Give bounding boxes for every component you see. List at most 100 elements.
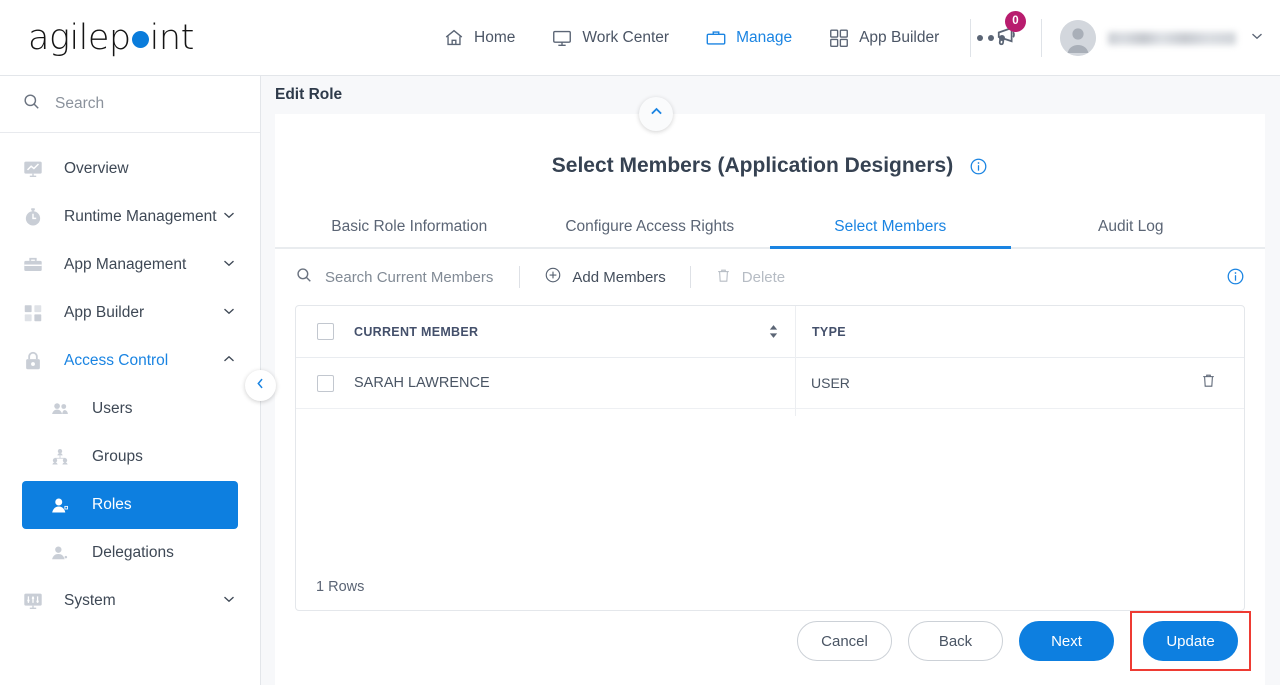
chevron-left-icon [253, 376, 268, 396]
tab-label: Configure Access Rights [565, 217, 735, 235]
row-checkbox[interactable] [316, 374, 334, 392]
sidebar-item-roles[interactable]: Roles [22, 481, 238, 529]
update-button-highlight: Update [1130, 611, 1251, 671]
top-nav-right: 0 [970, 0, 1266, 76]
add-members-label: Add Members [572, 268, 666, 286]
user-menu[interactable] [1060, 20, 1266, 56]
sidebar-item-overview[interactable]: Overview [0, 145, 260, 193]
sidebar-item-runtime-management[interactable]: Runtime Management [0, 193, 260, 241]
column-header-type[interactable]: TYPE [796, 325, 1244, 339]
notifications-button[interactable]: 0 [991, 10, 1026, 56]
column-divider-line [795, 306, 796, 416]
nav-item-app-builder[interactable]: App Builder [810, 0, 957, 76]
tab-configure-access-rights[interactable]: Configure Access Rights [530, 206, 771, 247]
nav-item-work-center[interactable]: Work Center [533, 0, 687, 76]
members-table: CURRENT MEMBER TYPE SARAH LAWRENCE USER … [295, 305, 1245, 611]
nav-item-home[interactable]: Home [425, 0, 533, 76]
chevron-down-icon[interactable] [220, 302, 238, 325]
row-delete-button[interactable] [1172, 372, 1244, 394]
members-toolbar: Search Current Members Add Members Delet… [275, 249, 1265, 305]
column-header-current-member[interactable]: CURRENT MEMBER [354, 324, 795, 339]
sidebar-label-groups: Groups [92, 448, 143, 465]
form-action-buttons: Cancel Back Next Update [797, 611, 1251, 671]
edit-role-card: Select Members (Application Designers) B… [275, 97, 1265, 685]
chevron-down-icon[interactable] [1248, 27, 1266, 50]
card-title-row: Select Members (Application Designers) [275, 154, 1265, 178]
table-empty-space [296, 409, 1244, 564]
sidebar-item-app-builder[interactable]: App Builder [0, 289, 260, 337]
next-button[interactable]: Next [1019, 621, 1114, 661]
sidebar-label-system: System [64, 592, 116, 609]
avatar-icon [1060, 20, 1096, 56]
chevron-down-icon[interactable] [220, 206, 238, 229]
sidebar-item-users[interactable]: Users [22, 385, 238, 433]
tab-label: Audit Log [1098, 217, 1164, 235]
system-monitor-icon [22, 590, 48, 612]
search-current-members-input[interactable]: Search Current Members [295, 266, 519, 288]
trash-icon [1200, 372, 1217, 394]
back-button[interactable]: Back [908, 621, 1003, 661]
user-delegate-icon [50, 543, 74, 563]
top-navigation-bar: agilep int Home Work Center Manage App B… [0, 0, 1280, 76]
sidebar-item-delegations[interactable]: Delegations [22, 529, 238, 577]
sidebar-label-users: Users [92, 400, 133, 417]
logo-text-part1: agilep [28, 18, 131, 58]
table-row-count: 1 Rows [316, 579, 365, 595]
sidebar-search-placeholder: Search [55, 95, 105, 112]
sidebar-collapse-button[interactable] [245, 370, 276, 401]
nav-label-home: Home [474, 29, 516, 46]
chevron-up-icon[interactable] [220, 350, 238, 373]
application-window: agilep int Home Work Center Manage App B… [0, 0, 1280, 685]
logo-text-part2: int [149, 18, 195, 58]
agilepoint-logo[interactable]: agilep int [28, 18, 194, 58]
cancel-button[interactable]: Cancel [797, 621, 892, 661]
nav-label-app-builder: App Builder [859, 29, 940, 46]
user-name-label [1108, 31, 1236, 45]
sidebar: Search Overview Runtime Management App M… [0, 76, 276, 685]
sidebar-item-access-control[interactable]: Access Control [0, 337, 260, 385]
delete-button[interactable]: Delete [691, 267, 809, 288]
search-placeholder: Search Current Members [325, 268, 494, 286]
sidebar-search[interactable]: Search [0, 76, 260, 133]
lock-icon [22, 350, 48, 372]
select-all-checkbox[interactable] [316, 323, 334, 340]
sidebar-item-app-management[interactable]: App Management [0, 241, 260, 289]
chart-monitor-icon [22, 158, 48, 180]
content-area: Edit Role Select Members (Application De… [261, 76, 1280, 685]
delete-label: Delete [741, 268, 786, 286]
divider [1041, 19, 1042, 57]
tab-label: Select Members [834, 217, 947, 235]
card-title-text: Select Members (Application Designers) [551, 154, 954, 177]
sidebar-item-system[interactable]: System [0, 577, 260, 625]
add-members-button[interactable]: Add Members [520, 266, 689, 288]
table-header-row: CURRENT MEMBER TYPE [296, 306, 1244, 358]
briefcase-icon [22, 254, 48, 276]
tab-basic-role-information[interactable]: Basic Role Information [289, 206, 530, 247]
nav-item-manage[interactable]: Manage [687, 0, 810, 76]
divider [970, 19, 971, 57]
chevron-down-icon[interactable] [220, 590, 238, 613]
chevron-up-icon [648, 103, 665, 125]
info-icon[interactable] [969, 157, 988, 176]
column-header-label: TYPE [812, 324, 846, 339]
sidebar-item-groups[interactable]: Groups [22, 433, 238, 481]
toolbar-info-icon[interactable] [1226, 267, 1245, 291]
sidebar-label-delegations: Delegations [92, 544, 174, 561]
tab-label: Basic Role Information [331, 217, 488, 235]
table-row[interactable]: SARAH LAWRENCE USER [296, 306, 1244, 416]
user-role-icon [50, 495, 74, 516]
sort-icon[interactable] [768, 324, 779, 339]
group-tree-icon [50, 447, 74, 467]
tab-bar: Basic Role Information Configure Access … [275, 206, 1265, 249]
tab-select-members[interactable]: Select Members [770, 206, 1011, 249]
notification-badge: 0 [1005, 10, 1026, 32]
row-checkbox-cell [296, 374, 354, 392]
briefcase-icon [705, 27, 727, 49]
tab-audit-log[interactable]: Audit Log [1011, 206, 1252, 247]
home-icon [443, 27, 465, 49]
update-button[interactable]: Update [1143, 621, 1238, 661]
cell-current-member: SARAH LAWRENCE [354, 375, 490, 391]
chevron-down-icon[interactable] [220, 254, 238, 277]
panel-collapse-button[interactable] [639, 97, 673, 131]
grid-check-icon [22, 302, 48, 324]
